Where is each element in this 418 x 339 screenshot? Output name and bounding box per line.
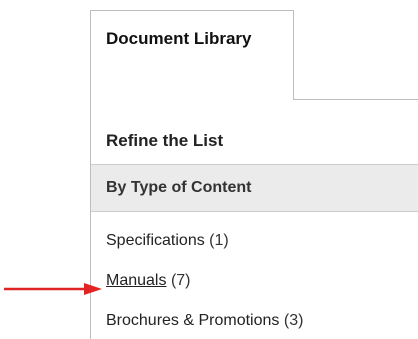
specifications-count: (1) [209, 232, 229, 249]
brochures-promotions-count: (3) [283, 312, 304, 329]
brochures-promotions-link[interactable]: Brochures & Promotions [106, 312, 279, 329]
list-item-brochures: Brochures & Promotions (3) [106, 312, 406, 339]
list-item-manuals: Manuals (7) [106, 272, 406, 312]
content-type-list: Specifications (1) Manuals (7) Brochures… [106, 232, 406, 339]
refine-list-title: Refine the List [106, 131, 224, 150]
tab-bottom-border [294, 99, 418, 100]
section-header-type-of-content: By Type of Content [91, 164, 418, 212]
manuals-link[interactable]: Manuals [106, 272, 166, 289]
section-header-label: By Type of Content [106, 179, 252, 196]
tab-title[interactable]: Document Library [106, 27, 276, 50]
manuals-count: (7) [170, 272, 191, 289]
document-library-panel: Document Library Refine the List By Type… [76, 0, 418, 339]
document-library-tab[interactable] [90, 10, 294, 100]
specifications-link[interactable]: Specifications [106, 232, 205, 249]
list-item-specifications: Specifications (1) [106, 232, 406, 272]
arrow-pointer-icon [4, 283, 102, 295]
